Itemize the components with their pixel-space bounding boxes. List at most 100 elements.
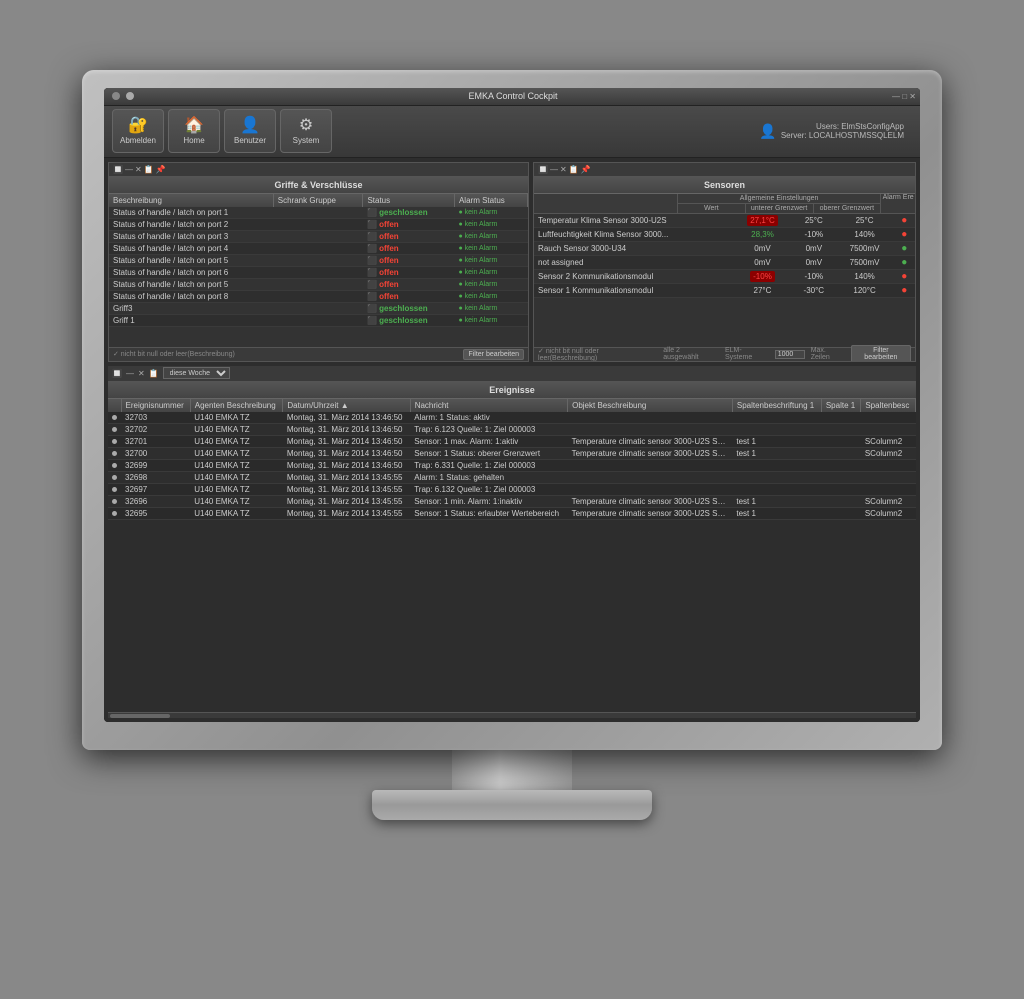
events-cell-s2: SColumn2: [861, 435, 916, 447]
griffe-cell-alarm: ● kein Alarm: [454, 290, 527, 302]
sensoren-toolbar-icon5[interactable]: 📌: [581, 165, 591, 174]
user-name: Users: ElmStsConfigApp: [781, 122, 904, 131]
events-row[interactable]: 32698 U140 EMKA TZ Montag, 31. März 2014…: [108, 471, 916, 483]
home-icon: 🏠: [184, 118, 204, 134]
griffe-toolbar-icon2[interactable]: —: [125, 165, 133, 174]
griffe-col-gruppe: Schrank Gruppe: [273, 194, 363, 207]
benutzer-button[interactable]: 👤 Benutzer: [224, 109, 276, 153]
sensoren-toolbar-icon2[interactable]: —: [550, 165, 558, 174]
griffe-row: Status of handle / latch on port 1 ⬛ ges…: [109, 207, 528, 219]
events-toolbar-icon1[interactable]: 🔲: [112, 369, 122, 378]
sensoren-toolbar-icon1[interactable]: 🔲: [538, 165, 548, 174]
events-cell-nr: 32696: [121, 495, 190, 507]
sensoren-row: Sensor 2 Kommunikationsmodul -10% -10% 1…: [534, 269, 915, 283]
sensoren-table-container: Temperatur Klima Sensor 3000-U2S 27,1°C …: [534, 214, 915, 347]
events-cell-s2: SColumn2: [861, 495, 916, 507]
events-cell-indicator: [108, 423, 121, 435]
events-row[interactable]: 32697 U140 EMKA TZ Montag, 31. März 2014…: [108, 483, 916, 495]
events-cell-s1: [821, 459, 861, 471]
griffe-cell-gruppe: [273, 242, 363, 254]
events-toolbar-icon2[interactable]: —: [126, 369, 134, 378]
griffe-cell-status: ⬛ offen: [363, 230, 455, 242]
sensoren-row: Luftfeuchtigkeit Klima Sensor 3000... 28…: [534, 227, 915, 241]
events-scrollbar[interactable]: [108, 712, 916, 718]
sensoren-cell-wert: 28,3%: [733, 227, 792, 241]
sensoren-table: Temperatur Klima Sensor 3000-U2S 27,1°C …: [534, 214, 915, 298]
events-cell-objekt: Temperature climatic sensor 3000-U2S SCo…: [568, 435, 733, 447]
griffe-cell-desc: Griff3: [109, 302, 273, 314]
monitor: EMKA Control Cockpit — □ ✕ 🔐 Abmelden 🏠 …: [82, 70, 942, 930]
griffe-filter-btn[interactable]: Filter bearbeiten: [463, 349, 524, 360]
griffe-cell-gruppe: [273, 230, 363, 242]
griffe-toolbar-icon5[interactable]: 📌: [156, 165, 166, 174]
benutzer-icon: 👤: [240, 118, 260, 134]
griffe-cell-alarm: ● kein Alarm: [454, 230, 527, 242]
events-row[interactable]: 32702 U140 EMKA TZ Montag, 31. März 2014…: [108, 423, 916, 435]
events-cell-s1: [821, 495, 861, 507]
sensoren-cell-oberer: 7500mV: [836, 255, 894, 269]
sensoren-toolbar-icon3[interactable]: ✕: [560, 165, 567, 174]
events-cell-nr: 32699: [121, 459, 190, 471]
events-cell-s1: [821, 471, 861, 483]
screen-bezel: EMKA Control Cockpit — □ ✕ 🔐 Abmelden 🏠 …: [104, 88, 920, 722]
events-cell-indicator: [108, 459, 121, 471]
griffe-cell-status: ⬛ geschlossen: [363, 302, 455, 314]
events-cell-datum: Montag, 31. März 2014 13:45:55: [283, 483, 410, 495]
events-row[interactable]: 32701 U140 EMKA TZ Montag, 31. März 2014…: [108, 435, 916, 447]
events-col-s1: Spalte 1: [821, 399, 861, 412]
events-cell-nachricht: Sensor: 1 min. Alarm: 1:inaktiv: [410, 495, 567, 507]
griffe-row: Griff 1 ⬛ geschlossen ● kein Alarm: [109, 314, 528, 326]
events-row[interactable]: 32700 U140 EMKA TZ Montag, 31. März 2014…: [108, 447, 916, 459]
events-title: Ereignisse: [108, 382, 916, 399]
events-col-indicator: [108, 399, 121, 412]
events-cell-s2: [861, 459, 916, 471]
events-cell-spal1: test 1: [732, 447, 821, 459]
abmelden-icon: 🔐: [128, 118, 148, 134]
elm-value-input[interactable]: [775, 350, 805, 359]
max-zeilen-label: Max. Zeilen: [811, 347, 847, 361]
events-cell-datum: Montag, 31. März 2014 13:46:50: [283, 435, 410, 447]
abmelden-label: Abmelden: [120, 136, 156, 145]
system-label: System: [293, 136, 320, 145]
griffe-toolbar-icon1[interactable]: 🔲: [113, 165, 123, 174]
events-cell-objekt: [568, 412, 733, 424]
events-table-container: Ereignisnummer Agenten Beschreibung Datu…: [108, 399, 916, 712]
events-cell-agent: U140 EMKA TZ: [190, 495, 283, 507]
griffe-toolbar-icon4[interactable]: 📋: [144, 165, 154, 174]
events-cell-s1: [821, 435, 861, 447]
sensoren-cell-desc: Luftfeuchtigkeit Klima Sensor 3000...: [534, 227, 733, 241]
griffe-cell-status: ⬛ offen: [363, 218, 455, 230]
events-row[interactable]: 32703 U140 EMKA TZ Montag, 31. März 2014…: [108, 412, 916, 424]
events-cell-nachricht: Trap: 6.132 Quelle: 1: Ziel 000003: [410, 483, 567, 495]
events-cell-datum: Montag, 31. März 2014 13:45:55: [283, 471, 410, 483]
events-cell-s2: [861, 412, 916, 424]
events-cell-nr: 32698: [121, 471, 190, 483]
abmelden-button[interactable]: 🔐 Abmelden: [112, 109, 164, 153]
griffe-cell-desc: Status of handle / latch on port 8: [109, 290, 273, 302]
period-select[interactable]: diese Woche Zeitspanne: [163, 367, 230, 379]
griffe-cell-desc: Status of handle / latch on port 4: [109, 242, 273, 254]
events-cell-agent: U140 EMKA TZ: [190, 423, 283, 435]
system-button[interactable]: ⚙ System: [280, 109, 332, 153]
sensoren-panel-toolbar: 🔲 — ✕ 📋 📌: [534, 163, 915, 177]
events-row[interactable]: 32695 U140 EMKA TZ Montag, 31. März 2014…: [108, 507, 916, 519]
griffe-cell-alarm: ● kein Alarm: [454, 218, 527, 230]
events-row[interactable]: 32699 U140 EMKA TZ Montag, 31. März 2014…: [108, 459, 916, 471]
sensoren-filter-btn[interactable]: Filter bearbeiten: [851, 345, 911, 362]
griffe-cell-status: ⬛ offen: [363, 242, 455, 254]
sensoren-cell-oberer: 25°C: [836, 214, 894, 228]
events-cell-spal1: test 1: [732, 507, 821, 519]
events-table: Ereignisnummer Agenten Beschreibung Datu…: [108, 399, 916, 520]
griffe-table-container: Beschreibung Schrank Gruppe Status Alarm…: [109, 194, 528, 347]
griffe-cell-desc: Griff 1: [109, 314, 273, 326]
events-cell-indicator: [108, 435, 121, 447]
sensoren-cell-desc: Sensor 2 Kommunikationsmodul: [534, 269, 733, 283]
griffe-toolbar-icon3[interactable]: ✕: [135, 165, 142, 174]
events-toolbar-icon4[interactable]: 📋: [149, 369, 159, 378]
events-cell-spal1: [732, 459, 821, 471]
events-row[interactable]: 32696 U140 EMKA TZ Montag, 31. März 2014…: [108, 495, 916, 507]
sensoren-toolbar-icon4[interactable]: 📋: [569, 165, 579, 174]
sensoren-cell-wert: 27,1°C: [733, 214, 792, 228]
events-toolbar-icon3[interactable]: ✕: [138, 369, 145, 378]
home-button[interactable]: 🏠 Home: [168, 109, 220, 153]
